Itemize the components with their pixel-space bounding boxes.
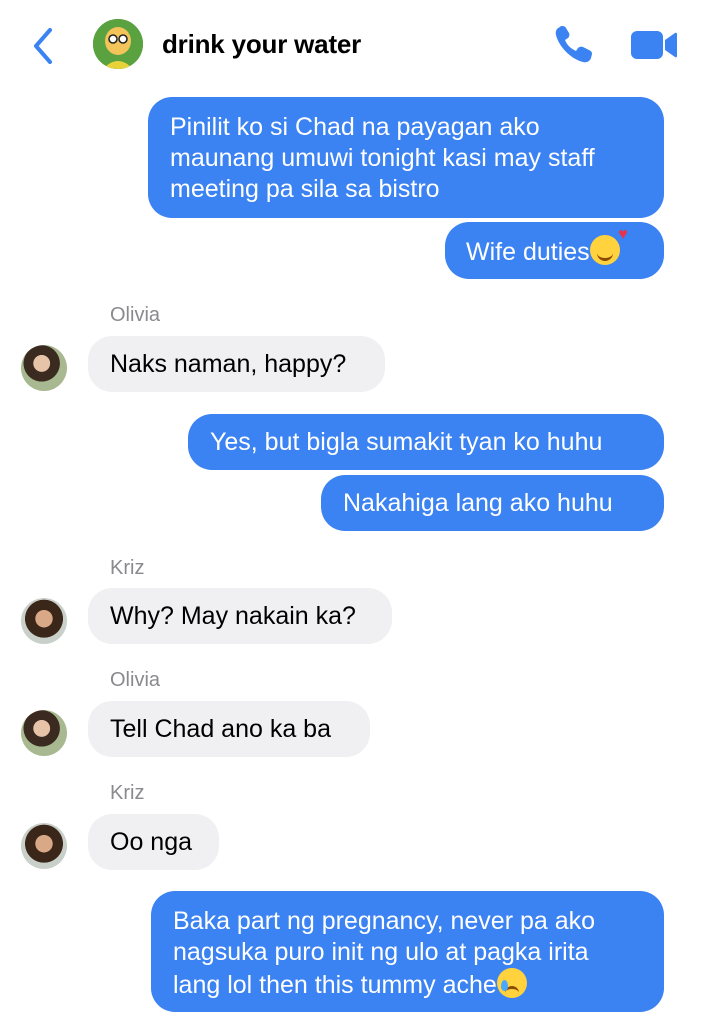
message-text: Yes, but bigla sumakit tyan ko huhu [210, 428, 603, 456]
message-text: Nakahiga lang ako huhu [343, 489, 613, 517]
message-line: lang lol then this tummy ache [173, 971, 497, 999]
message-text: Wife duties [466, 238, 590, 266]
chat-header: drink your water [0, 0, 704, 90]
chevron-left-icon[interactable] [28, 24, 58, 68]
message-bubble-incoming[interactable]: Oo nga [88, 814, 219, 870]
message-line: meeting pa sila sa bistro [170, 175, 440, 203]
smiling-face-with-hearts-icon [589, 227, 628, 265]
group-avatar[interactable] [93, 19, 143, 69]
message-bubble-incoming[interactable]: Tell Chad ano ka ba [88, 701, 370, 757]
message-bubble-outgoing[interactable]: Wife duties [445, 222, 664, 279]
message-line: nagsuka puro init ng ulo at pagka irita [173, 938, 589, 966]
video-camera-icon[interactable] [629, 28, 679, 62]
message-line: Baka part ng pregnancy, never pa ako [173, 907, 596, 935]
message-text: Why? May nakain ka? [110, 602, 356, 630]
message-text: Oo nga [110, 828, 193, 856]
message-bubble-outgoing[interactable]: Nakahiga lang ako huhu [321, 475, 664, 531]
message-bubble-outgoing[interactable]: Pinilit ko si Chad na payagan ako maunan… [148, 97, 664, 218]
avatar-olivia[interactable] [21, 345, 67, 391]
message-text: Tell Chad ano ka ba [110, 715, 331, 743]
crying-face-icon [496, 968, 527, 998]
message-bubble-incoming[interactable]: Why? May nakain ka? [88, 588, 392, 644]
message-text: Naks naman, happy? [110, 350, 347, 378]
sender-name: Olivia [110, 304, 161, 326]
avatar-kriz[interactable] [21, 598, 67, 644]
sender-name: Olivia [110, 669, 161, 691]
message-bubble-outgoing[interactable]: Yes, but bigla sumakit tyan ko huhu [188, 414, 664, 470]
message-bubble-outgoing[interactable]: Baka part ng pregnancy, never pa ako nag… [151, 891, 664, 1012]
phone-icon[interactable] [551, 23, 595, 67]
avatar-olivia[interactable] [21, 710, 67, 756]
message-bubble-incoming[interactable]: Naks naman, happy? [88, 336, 385, 392]
chat-title: drink your water [162, 29, 362, 59]
avatar-kriz[interactable] [21, 823, 67, 869]
sender-name: Kriz [110, 782, 145, 804]
sender-name: Kriz [110, 557, 145, 579]
message-line: Pinilit ko si Chad na payagan ako [170, 113, 540, 141]
message-line: maunang umuwi tonight kasi may staff [170, 144, 595, 172]
